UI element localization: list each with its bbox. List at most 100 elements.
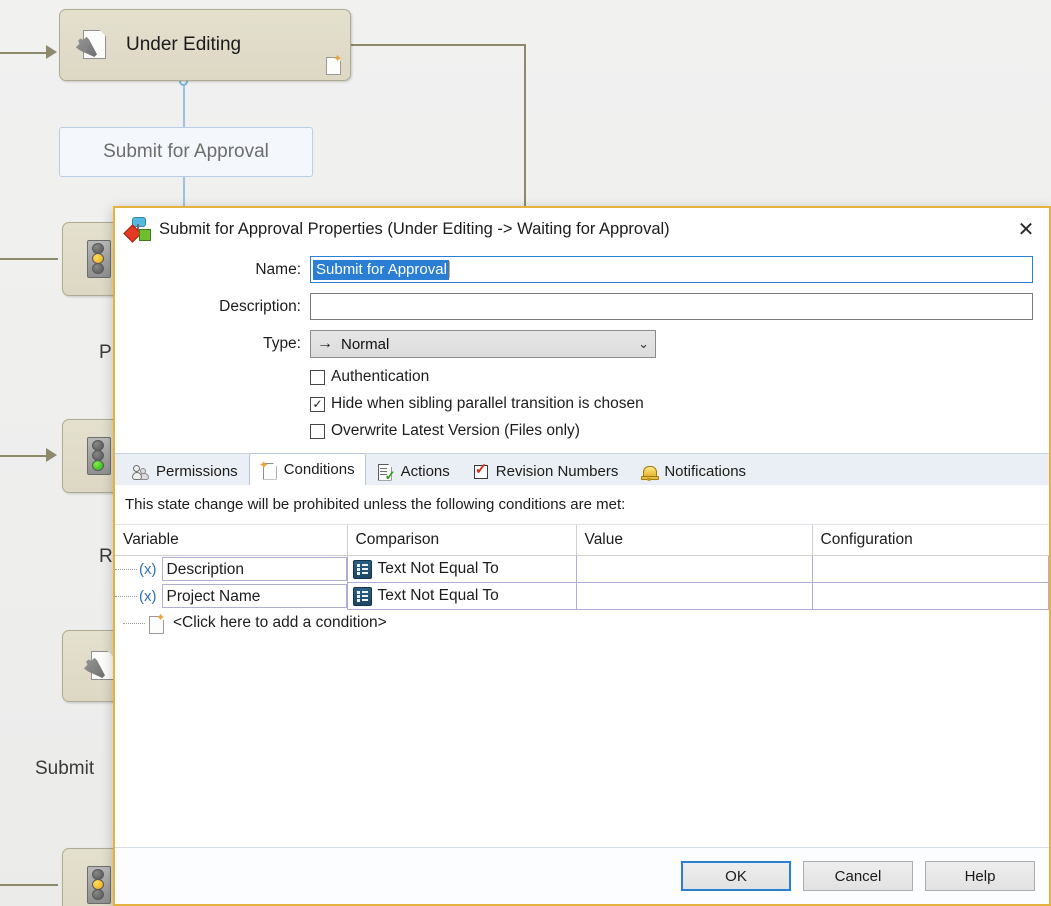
cell-variable[interactable]: (x) Project Name xyxy=(115,582,347,610)
variable-name: Project Name xyxy=(161,584,347,608)
workflow-transition-icon xyxy=(123,217,151,243)
cell-value[interactable] xyxy=(575,555,813,583)
tab-notifications[interactable]: Notifications xyxy=(629,457,757,485)
conditions-grid[interactable]: Variable Comparison Value Configuration … xyxy=(115,525,1049,847)
help-button[interactable]: Help xyxy=(925,861,1035,891)
workflow-node-under-editing[interactable]: Under Editing ✦ xyxy=(59,9,351,81)
checkbox-label: Hide when sibling parallel transition is… xyxy=(331,395,644,412)
checkbox-box xyxy=(310,423,325,439)
description-row: Description: xyxy=(131,293,1033,320)
conditions-document-icon: ✦ xyxy=(259,459,278,480)
tab-permissions[interactable]: Permissions xyxy=(121,457,249,485)
ok-button[interactable]: OK xyxy=(681,861,791,891)
comparison-text: Text Not Equal To xyxy=(377,560,499,577)
checkbox-label: Overwrite Latest Version (Files only) xyxy=(331,422,580,439)
dialog-title: Submit for Approval Properties (Under Ed… xyxy=(159,219,670,238)
tab-label: Notifications xyxy=(664,463,747,480)
cell-value[interactable] xyxy=(575,582,813,610)
checkbox-hide-when-sibling[interactable]: ✓ Hide when sibling parallel transition … xyxy=(310,395,1033,413)
column-header-comparison[interactable]: Comparison xyxy=(347,525,577,556)
document-wrench-icon xyxy=(74,29,108,61)
variable-icon: (x) xyxy=(139,560,157,578)
arrow-right-icon: → xyxy=(317,335,333,352)
tab-actions[interactable]: ✓ Actions xyxy=(366,457,461,485)
tree-connector xyxy=(123,622,145,624)
name-label: Name: xyxy=(255,260,301,278)
document-star-icon: ✦ xyxy=(324,54,342,75)
document-wrench-icon xyxy=(82,650,116,682)
people-icon xyxy=(132,463,150,481)
type-row: Type: → Normal ⌄ xyxy=(131,330,1033,358)
workflow-node-label: Under Editing xyxy=(126,34,242,55)
text-compare-icon xyxy=(352,559,372,579)
connector-line xyxy=(0,52,52,54)
cell-variable[interactable]: (x) Description xyxy=(115,555,347,583)
canvas-label-submit: Submit xyxy=(35,758,95,779)
connector-arrow xyxy=(46,45,57,59)
type-select[interactable]: → Normal ⌄ xyxy=(310,330,656,358)
connector-line xyxy=(0,455,52,457)
connector-arrow xyxy=(46,448,57,462)
type-select-value: Normal xyxy=(341,335,390,353)
description-input[interactable] xyxy=(310,293,1033,320)
grid-header-row: Variable Comparison Value Configuration xyxy=(115,525,1049,556)
tab-label: Conditions xyxy=(283,461,355,478)
traffic-light-green-icon xyxy=(87,437,111,475)
tab-label: Permissions xyxy=(156,463,238,480)
checkbox-overwrite-latest-version[interactable]: Overwrite Latest Version (Files only) xyxy=(310,422,1033,440)
tab-revision-numbers[interactable]: ✓ Revision Numbers xyxy=(461,457,630,485)
add-condition-label: <Click here to add a condition> xyxy=(173,614,387,631)
name-input[interactable]: Submit for Approval xyxy=(310,256,1033,283)
red-check-box-icon: ✓ xyxy=(473,460,488,479)
comparison-text: Text Not Equal To xyxy=(377,587,499,604)
cell-configuration[interactable] xyxy=(811,582,1049,610)
name-row: Name: Submit for Approval xyxy=(131,256,1033,283)
workflow-transition-label: Submit for Approval xyxy=(103,141,269,162)
column-header-configuration[interactable]: Configuration xyxy=(812,525,1049,556)
connector-line xyxy=(0,884,58,886)
dialog-tabstrip: Permissions ✦ Conditions ✓ Actions ✓ Rev… xyxy=(115,453,1049,485)
actions-document-icon: ✓ xyxy=(377,463,396,482)
description-label: Description: xyxy=(219,297,301,315)
tab-label: Revision Numbers xyxy=(495,463,619,480)
tab-conditions[interactable]: ✦ Conditions xyxy=(248,453,366,485)
chevron-down-icon: ⌄ xyxy=(638,336,649,351)
checkbox-box-checked: ✓ xyxy=(310,396,325,412)
tree-connector xyxy=(115,595,137,597)
text-compare-icon xyxy=(352,586,372,606)
connector-line xyxy=(0,258,58,260)
checkbox-label: Authentication xyxy=(331,368,430,385)
checkbox-authentication[interactable]: Authentication xyxy=(310,368,1033,386)
conditions-note: This state change will be prohibited unl… xyxy=(115,485,1049,525)
cell-comparison[interactable]: Text Not Equal To xyxy=(346,555,577,583)
type-label: Type: xyxy=(263,335,301,352)
checkbox-box xyxy=(310,369,325,385)
new-condition-icon: ✦ xyxy=(147,613,165,634)
transition-properties-dialog[interactable]: Submit for Approval Properties (Under Ed… xyxy=(113,206,1051,906)
column-header-variable[interactable]: Variable xyxy=(115,525,348,556)
canvas-label-r: R xyxy=(99,546,113,567)
dialog-button-bar: OK Cancel Help xyxy=(115,847,1049,904)
variable-icon: (x) xyxy=(139,587,157,605)
add-condition-row[interactable]: ✦ <Click here to add a condition> xyxy=(115,610,1049,634)
bell-icon xyxy=(640,463,660,481)
conditions-panel: This state change will be prohibited unl… xyxy=(115,485,1049,904)
tab-label: Actions xyxy=(400,463,450,480)
traffic-light-yellow-icon xyxy=(87,240,111,278)
cell-configuration[interactable] xyxy=(811,555,1049,583)
variable-name: Description xyxy=(161,557,347,582)
workflow-transition-submit-for-approval[interactable]: Submit for Approval xyxy=(59,127,313,177)
connector-line xyxy=(524,44,526,208)
tree-connector xyxy=(115,568,137,571)
dialog-title-bar: Submit for Approval Properties (Under Ed… xyxy=(115,208,1049,250)
close-icon[interactable]: ✕ xyxy=(1003,209,1049,249)
traffic-light-yellow-icon-2 xyxy=(87,866,111,904)
canvas-label-p: P xyxy=(99,342,112,363)
table-row[interactable]: (x) Description Text Not Equal To xyxy=(115,555,1049,583)
table-row[interactable]: (x) Project Name Text Not Equal To xyxy=(115,582,1049,610)
dialog-form: Name: Submit for Approval Description: T… xyxy=(115,250,1049,453)
cancel-button[interactable]: Cancel xyxy=(803,861,913,891)
name-input-value: Submit for Approval xyxy=(313,259,449,280)
column-header-value[interactable]: Value xyxy=(576,525,813,556)
cell-comparison[interactable]: Text Not Equal To xyxy=(346,582,577,610)
